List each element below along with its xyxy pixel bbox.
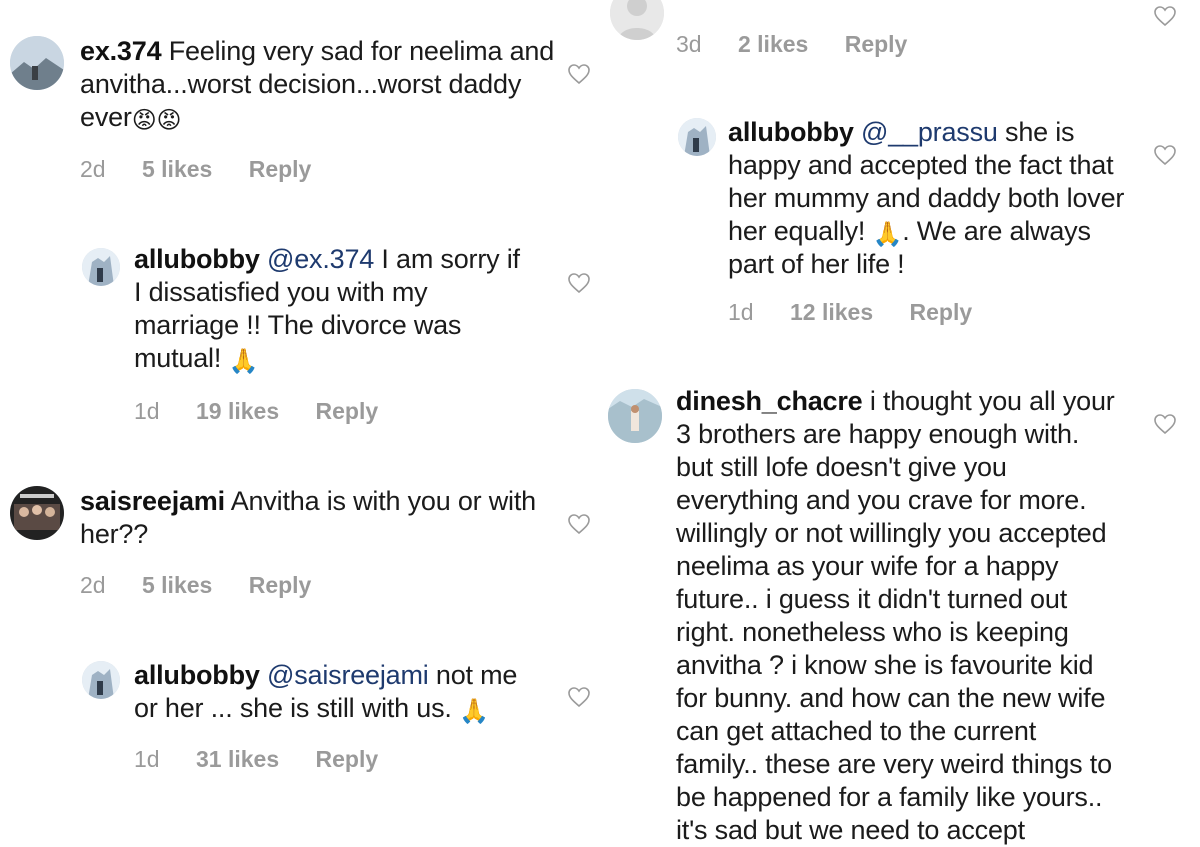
comment-username[interactable]: ex.374 [80, 36, 162, 66]
likes-count[interactable]: 5 likes [142, 156, 212, 182]
comment-body: allubobby @__prassu she is happy and acc… [728, 116, 1128, 281]
comment-cut-off: 3d 2 likes Reply [600, 0, 1200, 70]
reply-allubobby-2: allubobby @saisreejami not me or her ...… [0, 655, 600, 795]
avatar[interactable] [10, 36, 64, 90]
mention-link[interactable]: @__prassu [861, 117, 998, 147]
comment-time: 2d [80, 156, 106, 182]
reply-button[interactable]: Reply [249, 572, 312, 598]
avatar[interactable] [82, 248, 120, 286]
comment-body: ex.374 Feeling very sad for neelima and … [80, 35, 560, 134]
avatar[interactable] [678, 118, 716, 156]
comment-body: allubobby @saisreejami not me or her ...… [134, 659, 544, 725]
comment-dinesh-chacre: dinesh_chacre i thought you all your 3 b… [600, 385, 1200, 845]
avatar[interactable] [610, 0, 664, 40]
comment-body: allubobby @ex.374 I am sorry if I dissat… [134, 243, 534, 375]
heart-outline-icon[interactable] [1153, 4, 1177, 28]
reply-button[interactable]: Reply [845, 31, 908, 57]
likes-count[interactable]: 12 likes [790, 299, 873, 325]
angry-face-emoji-icon: 😡😡 [131, 107, 182, 134]
avatar[interactable] [608, 389, 662, 443]
comment-username[interactable]: dinesh_chacre [676, 386, 863, 416]
comment-ex374: ex.374 Feeling very sad for neelima and … [0, 0, 600, 200]
comment-time: 3d [676, 31, 702, 57]
comment-meta: 1d 12 likes Reply [728, 299, 1002, 326]
mention-link[interactable]: @ex.374 [267, 244, 374, 274]
reply-allubobby-1: allubobby @ex.374 I am sorry if I dissat… [0, 240, 600, 440]
comment-username[interactable]: saisreejami [80, 486, 225, 516]
reply-button[interactable]: Reply [316, 746, 379, 772]
comment-body: saisreejami Anvitha is with you or with … [80, 485, 540, 551]
comment-username[interactable]: allubobby [134, 244, 260, 274]
folded-hands-emoji-icon: 🙏 [228, 348, 259, 375]
comment-meta: 1d 19 likes Reply [134, 398, 408, 425]
comment-username[interactable]: allubobby [134, 660, 260, 690]
heart-outline-icon[interactable] [567, 62, 591, 86]
heart-outline-icon[interactable] [567, 685, 591, 709]
heart-outline-icon[interactable] [567, 271, 591, 295]
mention-link[interactable]: @saisreejami [267, 660, 429, 690]
avatar[interactable] [10, 486, 64, 540]
reply-allubobby-3: allubobby @__prassu she is happy and acc… [600, 110, 1200, 340]
reply-button[interactable]: Reply [910, 299, 973, 325]
heart-outline-icon[interactable] [567, 512, 591, 536]
likes-count[interactable]: 31 likes [196, 746, 279, 772]
comment-time: 2d [80, 572, 106, 598]
comment-meta: 2d 5 likes Reply [80, 572, 341, 599]
right-comment-column: 3d 2 likes Reply allubobby @__prassu she… [600, 0, 1200, 845]
left-comment-column: ex.374 Feeling very sad for neelima and … [0, 0, 600, 810]
comment-meta: 2d 5 likes Reply [80, 156, 341, 183]
reply-button[interactable]: Reply [249, 156, 312, 182]
comment-time: 1d [134, 746, 160, 772]
comment-meta: 3d 2 likes Reply [676, 31, 937, 58]
reply-button[interactable]: Reply [316, 398, 379, 424]
comment-username[interactable]: allubobby [728, 117, 854, 147]
comment-time: 1d [134, 398, 160, 424]
folded-hands-emoji-icon: 🙏 [872, 221, 903, 248]
likes-count[interactable]: 5 likes [142, 572, 212, 598]
likes-count[interactable]: 19 likes [196, 398, 279, 424]
heart-outline-icon[interactable] [1153, 143, 1177, 167]
heart-outline-icon[interactable] [1153, 412, 1177, 436]
folded-hands-emoji-icon: 🙏 [459, 698, 489, 725]
comment-body: dinesh_chacre i thought you all your 3 b… [676, 385, 1121, 847]
comment-text: i thought you all your 3 brothers are ha… [676, 386, 1115, 845]
likes-count[interactable]: 2 likes [738, 31, 808, 57]
avatar[interactable] [82, 661, 120, 699]
comment-meta: 1d 31 likes Reply [134, 746, 408, 773]
comment-time: 1d [728, 299, 754, 325]
comment-saisreejami: saisreejami Anvitha is with you or with … [0, 480, 600, 610]
